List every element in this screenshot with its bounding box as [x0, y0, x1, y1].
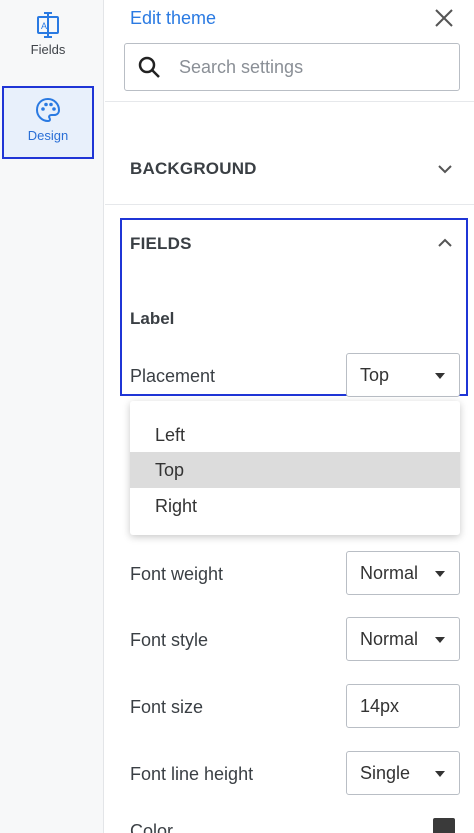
search-icon	[138, 56, 160, 78]
line-height-select-value: Single	[360, 763, 411, 783]
rail-item-fields-label: Fields	[30, 42, 66, 57]
rail-item-design[interactable]: Design	[2, 86, 94, 159]
font-style-select-value: Normal	[360, 629, 419, 649]
caret-down-icon	[435, 373, 445, 379]
font-size-label: Font size	[130, 697, 204, 717]
palette-icon	[35, 97, 61, 123]
font-size-input[interactable]: 14px	[346, 684, 460, 728]
rail-item-design-label: Design	[27, 128, 69, 143]
line-height-label: Font line height	[130, 764, 254, 784]
font-weight-label: Font weight	[130, 564, 224, 584]
caret-down-icon	[435, 571, 445, 577]
placement-label: Placement	[130, 366, 216, 386]
placement-select-value: Top	[360, 365, 390, 385]
font-style-label: Font style	[130, 630, 209, 650]
chevron-up-icon[interactable]	[436, 234, 454, 252]
dropdown-option-left[interactable]: Left	[130, 417, 460, 453]
font-size-input-value: 14px	[360, 696, 400, 716]
divider	[105, 101, 474, 102]
caret-down-icon	[435, 771, 445, 777]
left-rail: A Fields Design	[0, 0, 104, 833]
placement-select[interactable]: Top	[346, 353, 460, 397]
search-input[interactable]	[179, 56, 429, 78]
font-style-select[interactable]: Normal	[346, 617, 460, 661]
section-fields-title[interactable]: FIELDS	[130, 234, 192, 254]
font-weight-select-value: Normal	[360, 563, 419, 583]
close-icon[interactable]	[432, 6, 456, 30]
edit-theme-panel: Edit theme BACKGROUND FIELDS Label Place…	[105, 0, 474, 833]
line-height-select[interactable]: Single	[346, 751, 460, 795]
section-background-title[interactable]: BACKGROUND	[130, 159, 257, 179]
color-label: Color	[130, 821, 174, 833]
placement-dropdown-menu: Left Top Right	[130, 401, 460, 535]
font-weight-select[interactable]: Normal	[346, 551, 460, 595]
search-field[interactable]	[124, 43, 460, 91]
label-group-heading: Label	[130, 309, 175, 328]
rail-item-fields[interactable]: A Fields	[2, 12, 94, 74]
dropdown-option-top[interactable]: Top	[130, 452, 460, 488]
chevron-down-icon[interactable]	[436, 160, 454, 178]
panel-title: Edit theme	[130, 8, 217, 28]
caret-down-icon	[435, 637, 445, 643]
dropdown-option-right[interactable]: Right	[130, 488, 460, 524]
svg-text:A: A	[41, 21, 47, 31]
fields-icon: A	[37, 12, 59, 38]
color-swatch[interactable]	[433, 818, 455, 833]
divider	[105, 204, 474, 205]
